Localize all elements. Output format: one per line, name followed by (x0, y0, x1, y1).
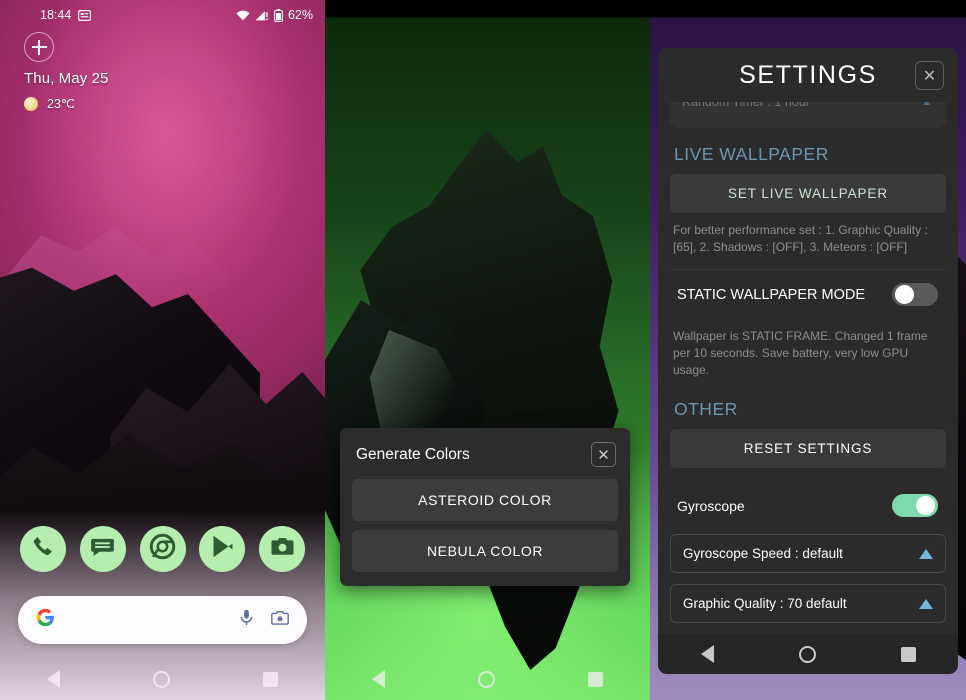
green-wallpaper-panel: Generate Colors ✕ ASTEROID COLOR NEBULA … (325, 0, 650, 700)
asteroid-color-button[interactable]: ASTEROID COLOR (352, 479, 618, 521)
widget-date[interactable]: Thu, May 25 (24, 70, 108, 87)
set-live-wallpaper-button[interactable]: SET LIVE WALLPAPER (670, 174, 946, 213)
home-circle-icon[interactable] (152, 670, 170, 688)
status-time: 18:44 (40, 8, 72, 22)
at-a-glance-widget[interactable]: Thu, May 25 23℃ (24, 32, 108, 111)
notification-card-icon (78, 9, 92, 21)
gyroscope-label: Gyroscope (677, 497, 745, 514)
generate-colors-dialog: Generate Colors ✕ ASTEROID COLOR NEBULA … (340, 428, 630, 586)
random-timer-row[interactable]: Random Timer : 1 hour ▲ (670, 102, 946, 128)
play-store-icon (209, 533, 236, 565)
navigation-bar (0, 658, 325, 700)
recents-square-icon[interactable] (900, 646, 916, 662)
settings-sheet: SETTINGS ✕ Random Timer : 1 hour ▲ LIVE … (658, 48, 958, 658)
gyroscope-row[interactable]: Gyroscope (670, 481, 946, 530)
home-circle-icon[interactable] (798, 645, 816, 663)
static-wallpaper-mode-toggle[interactable] (892, 283, 938, 307)
recents-square-icon[interactable] (588, 671, 604, 687)
section-other: OTHER (674, 399, 738, 420)
messages-icon (89, 533, 116, 565)
dialog-header: Generate Colors ✕ (352, 440, 618, 479)
battery-icon (274, 8, 283, 22)
live-wallpaper-hint: For better performance set : 1. Graphic … (673, 223, 928, 255)
sun-icon (24, 96, 38, 111)
triangle-up-icon: ▲ (921, 102, 932, 108)
recents-square-icon[interactable] (263, 671, 279, 687)
camera-icon (269, 533, 296, 565)
gyroscope-speed-label: Gyroscope Speed : default (683, 546, 843, 562)
section-live-wallpaper: LIVE WALLPAPER (674, 144, 829, 164)
close-icon[interactable]: ✕ (915, 61, 944, 90)
graphic-quality-label: Graphic Quality : 70 default (683, 596, 847, 612)
google-lens-icon[interactable] (270, 608, 290, 633)
dialog-title: Generate Colors (356, 445, 470, 463)
settings-header: SETTINGS ✕ (658, 48, 958, 102)
triangle-up-icon (919, 548, 933, 559)
widget-temperature: 23℃ (47, 97, 75, 111)
home-screen-panel: 18:44 62% Thu, May 25 23℃ (0, 0, 325, 700)
dock-item-chrome[interactable] (139, 526, 186, 572)
toggle-knob (895, 285, 914, 305)
plus-circle-icon[interactable] (24, 32, 54, 62)
graphic-quality-row[interactable]: Graphic Quality : 70 default (670, 584, 946, 624)
settings-body: Random Timer : 1 hour ▲ LIVE WALLPAPER S… (658, 102, 958, 658)
static-wallpaper-mode-label: STATIC WALLPAPER MODE (677, 286, 865, 303)
navigation-bar (325, 658, 650, 700)
random-timer-label: Random Timer : 1 hour (682, 102, 810, 109)
dock-item-phone[interactable] (20, 526, 66, 572)
dock-item-messages[interactable] (79, 526, 126, 572)
microphone-icon[interactable] (237, 608, 256, 632)
triangle-up-icon (919, 598, 933, 609)
close-icon[interactable]: ✕ (591, 442, 616, 467)
phone-icon (30, 533, 57, 565)
google-g-icon (35, 607, 56, 633)
app-dock (0, 526, 325, 572)
dock-item-play-store[interactable] (199, 526, 246, 572)
screenshot-stage: 18:44 62% Thu, May 25 23℃ Generate Color… (0, 0, 966, 700)
chrome-icon (149, 533, 176, 565)
wifi-icon (236, 10, 250, 21)
reset-settings-button[interactable]: RESET SETTINGS (670, 429, 946, 469)
static-wallpaper-mode-row[interactable]: STATIC WALLPAPER MODE (670, 269, 946, 319)
gyroscope-toggle[interactable] (892, 494, 938, 518)
settings-panel: SETTINGS ✕ Random Timer : 1 hour ▲ LIVE … (650, 0, 966, 700)
dock-item-camera[interactable] (259, 526, 305, 572)
battery-percent: 62% (287, 8, 313, 22)
widget-weather[interactable]: 23℃ (24, 96, 108, 111)
home-circle-icon[interactable] (477, 670, 495, 688)
back-triangle-icon[interactable] (46, 670, 60, 688)
cellular-signal-icon (255, 10, 269, 21)
google-search-bar[interactable] (18, 596, 307, 644)
gyroscope-speed-row[interactable]: Gyroscope Speed : default (670, 534, 946, 574)
back-triangle-icon[interactable] (371, 670, 385, 688)
navigation-bar (658, 634, 958, 674)
page-title: SETTINGS (739, 60, 877, 89)
toggle-knob (916, 496, 935, 516)
nebula-color-button[interactable]: NEBULA COLOR (352, 530, 618, 572)
status-bar: 18:44 62% (0, 0, 325, 30)
back-triangle-icon[interactable] (700, 645, 714, 663)
static-wallpaper-hint: Wallpaper is STATIC FRAME. Changed 1 fra… (673, 329, 928, 378)
